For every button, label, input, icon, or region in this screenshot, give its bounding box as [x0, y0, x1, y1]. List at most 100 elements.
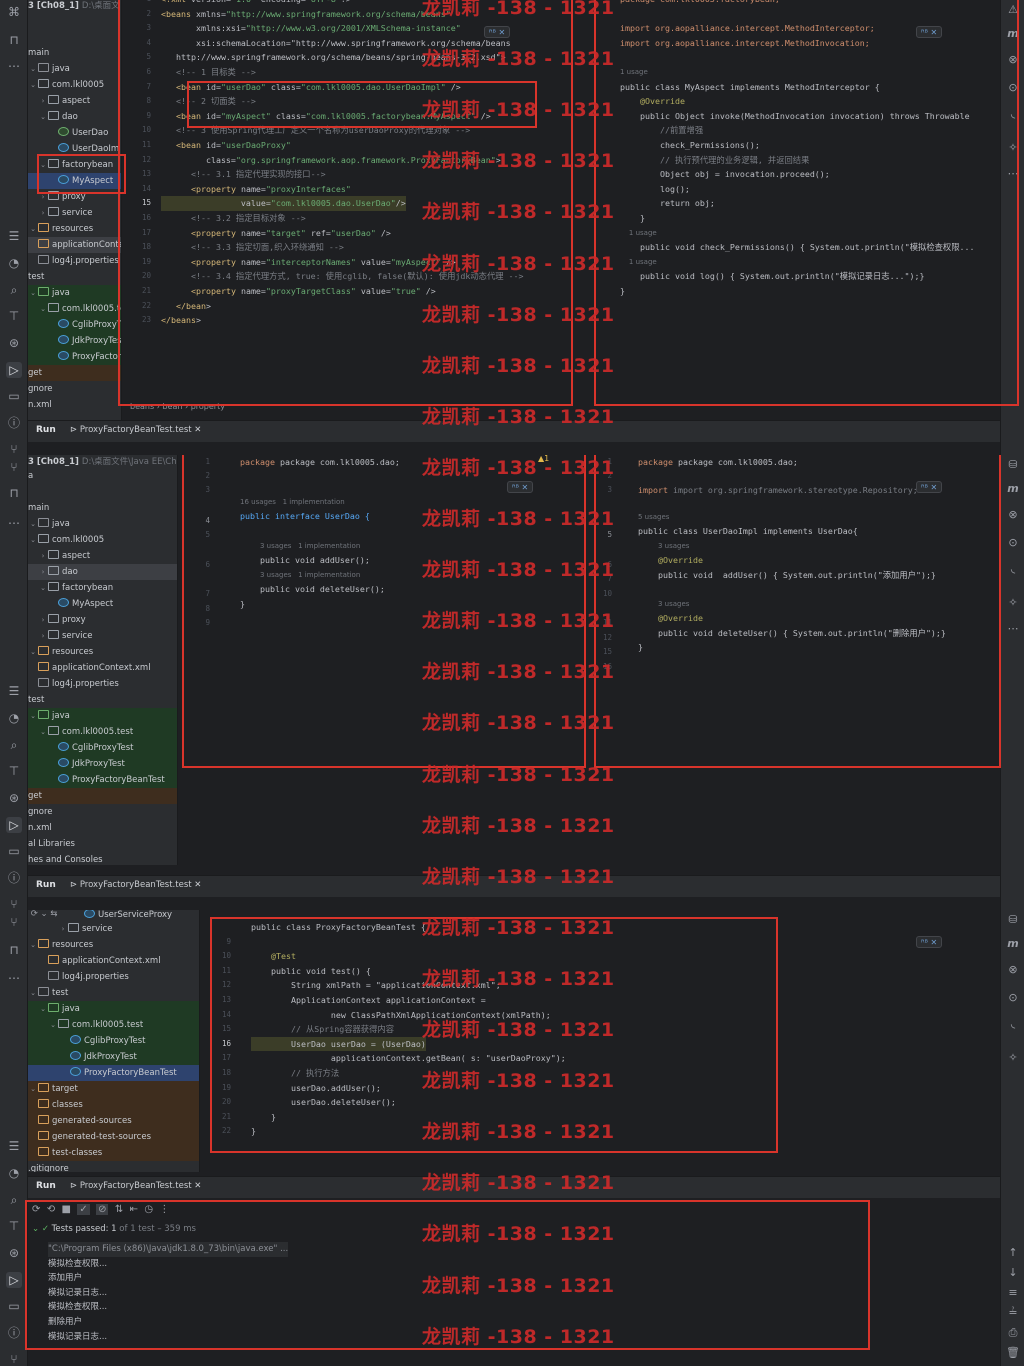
reader-mode-button[interactable]: ᴿᴮ ✕ — [916, 481, 943, 493]
build-icon[interactable]: ⊤ — [6, 763, 22, 779]
tree-item[interactable]: ⌄ test — [28, 985, 68, 1001]
tree-item[interactable]: log4j.properties — [38, 253, 119, 269]
tree-item[interactable]: CglibProxyTes — [28, 317, 121, 333]
services-icon[interactable]: ⊛ — [6, 1245, 22, 1261]
git-icon[interactable]: ⑂ — [6, 1351, 22, 1366]
tree-item[interactable]: main — [28, 500, 49, 516]
assistant-icon[interactable]: ✧ — [1005, 595, 1021, 611]
tree-item[interactable]: test — [28, 269, 44, 285]
build-icon[interactable]: ⊤ — [6, 308, 22, 324]
breadcrumb-item[interactable]: bean — [162, 402, 182, 411]
git-icon[interactable]: ⑂ — [6, 914, 22, 930]
database-icon[interactable]: ⊙ — [1005, 535, 1021, 551]
git-icon[interactable]: ⑂ — [6, 459, 22, 475]
tree-item[interactable]: ⌄ resources — [28, 221, 93, 237]
problems-icon[interactable]: ⓘ — [6, 415, 22, 431]
tree-item[interactable]: › service — [38, 628, 92, 644]
terminal-icon[interactable]: ▭ — [6, 388, 22, 404]
tree-item[interactable]: gnore — [28, 804, 53, 820]
tree-item[interactable]: generated-test-sources — [28, 1129, 199, 1145]
tree-item[interactable]: ⌄ java — [28, 708, 177, 724]
project-structure-icon[interactable]: ⌘ — [6, 4, 22, 20]
git-icon[interactable]: ⑂ — [6, 441, 22, 455]
show-passed-icon[interactable]: ✓ — [77, 1204, 90, 1215]
tree-item[interactable]: › aspect — [38, 548, 90, 564]
terminal-icon[interactable]: ▭ — [6, 843, 22, 859]
tree-item[interactable]: al Libraries — [28, 836, 75, 852]
bookmark-icon[interactable]: ⊓ — [6, 32, 22, 48]
tree-item[interactable]: get — [28, 365, 121, 381]
warning-count[interactable]: ▲1 — [538, 455, 549, 463]
tree-item[interactable]: classes — [28, 1097, 199, 1113]
profiler-icon[interactable]: ◔ — [6, 1165, 22, 1181]
tree-item[interactable]: CglibProxyTest — [28, 740, 177, 756]
run-icon[interactable]: ▷ — [6, 1272, 22, 1288]
tree-item[interactable]: JdkProxyTest — [28, 756, 177, 772]
usage-hint[interactable]: 5 usages — [638, 510, 669, 525]
tree-item[interactable]: ⌄ resources — [28, 644, 93, 660]
tree-item[interactable]: ⌄ java — [28, 61, 70, 77]
notifications-icon[interactable]: ⚠ — [1005, 2, 1021, 18]
tree-item[interactable]: a — [28, 468, 33, 484]
tree-item[interactable]: get — [28, 788, 177, 804]
search-icon[interactable]: ⌕ — [6, 1192, 22, 1208]
bookmark-icon[interactable]: ⊓ — [6, 942, 22, 958]
scroll-up-icon[interactable]: ↑ — [1005, 1245, 1021, 1261]
tree-item[interactable]: hes and Consoles — [28, 852, 103, 865]
maven-icon[interactable]: m — [1005, 936, 1021, 952]
services-icon[interactable]: ⊛ — [6, 335, 22, 351]
tree-item[interactable]: › aspect — [38, 93, 90, 109]
tree-item[interactable]: applicationConte — [28, 237, 121, 253]
console-output[interactable]: "C:\Program Files (x86)\Java\jdk1.8.0_73… — [28, 1240, 1000, 1366]
bookmark-icon[interactable]: ⊓ — [6, 485, 22, 501]
more-icon[interactable]: ⋯ — [1005, 621, 1021, 637]
tree-item[interactable]: JdkProxyTest — [28, 1049, 199, 1065]
more-icon[interactable]: ⋯ — [6, 515, 22, 531]
list-icon[interactable]: ☰ — [6, 228, 22, 244]
usage-hint[interactable]: 3 usages 1 implementation — [260, 568, 360, 583]
tree-item[interactable]: JdkProxyTest — [28, 333, 121, 349]
maven-icon[interactable]: m — [1005, 481, 1021, 497]
tree-item[interactable]: ProxyFactoryB — [28, 349, 121, 365]
usage-hint[interactable]: 3 usages 1 implementation — [260, 539, 360, 554]
tree-item[interactable]: ⌄ resources — [28, 937, 93, 953]
profiler-icon[interactable]: ◔ — [6, 710, 22, 726]
tree-item[interactable]: › service — [58, 921, 112, 937]
history-icon[interactable]: ◷ — [144, 1204, 153, 1215]
gradle-icon[interactable]: ◟ — [1005, 561, 1021, 577]
tree-item[interactable]: ⌄ com.lkl0005.test — [28, 1017, 199, 1033]
tree-item[interactable]: › service — [38, 205, 92, 221]
usage-hint[interactable]: 3 usages — [658, 597, 689, 612]
gradle-icon[interactable]: ◟ — [1005, 1016, 1021, 1032]
tree-item[interactable]: ⌄com.lkl0005.tes — [28, 301, 121, 317]
tree-item[interactable]: ⌄ factorybean — [38, 580, 113, 596]
reader-mode-button[interactable]: ᴿᴮ ✕ — [916, 26, 943, 38]
run-tab[interactable]: ⊳ ProxyFactoryBeanTest.test ✕ — [70, 880, 201, 890]
run-icon[interactable]: ▷ — [6, 362, 22, 378]
tree-item[interactable]: ⌄ dao — [38, 109, 78, 125]
import-icon[interactable]: ⇤ — [130, 1204, 138, 1215]
breadcrumb-item[interactable]: property — [191, 402, 225, 411]
delete-icon[interactable]: 🗑 — [1005, 1345, 1021, 1361]
project-title[interactable]: 3 [Ch08_1] D:\桌面文件\Java EE\Ch — [28, 455, 177, 470]
more-icon[interactable]: ⋯ — [6, 970, 22, 986]
tree-item-selected[interactable]: › dao — [28, 564, 177, 580]
gradle-icon[interactable]: ◟ — [1005, 106, 1021, 122]
tree-item[interactable]: log4j.properties — [48, 969, 129, 985]
usage-hint[interactable]: 3 usages — [658, 539, 689, 554]
more-icon[interactable]: ⋮ — [159, 1204, 169, 1215]
print-icon[interactable]: ⎙ — [1005, 1325, 1021, 1341]
project-title[interactable]: 3 [Ch08_1] D:\桌面文 — [28, 0, 120, 14]
tree-item[interactable]: › proxy — [38, 189, 86, 205]
tree-item[interactable]: applicationContext.xml — [48, 953, 161, 969]
java-editor-userdao[interactable]: 123 456 789 package package com.lkl0005.… — [182, 455, 590, 767]
filter-icon[interactable]: ≟ — [1005, 1305, 1021, 1321]
terminal-icon[interactable]: ▭ — [6, 1298, 22, 1314]
wrap-icon[interactable]: ≡ — [1005, 1285, 1021, 1301]
tree-item[interactable]: generated-sources — [28, 1113, 199, 1129]
tree-item[interactable]: UserDaoIm — [58, 141, 119, 157]
stop-icon[interactable]: ■ — [62, 1204, 71, 1215]
reader-mode-button[interactable]: ᴿᴮ ✕ — [507, 481, 534, 493]
tree-item[interactable]: › proxy — [38, 612, 86, 628]
usage-hint[interactable]: 16 usages 1 implementation — [240, 495, 345, 510]
